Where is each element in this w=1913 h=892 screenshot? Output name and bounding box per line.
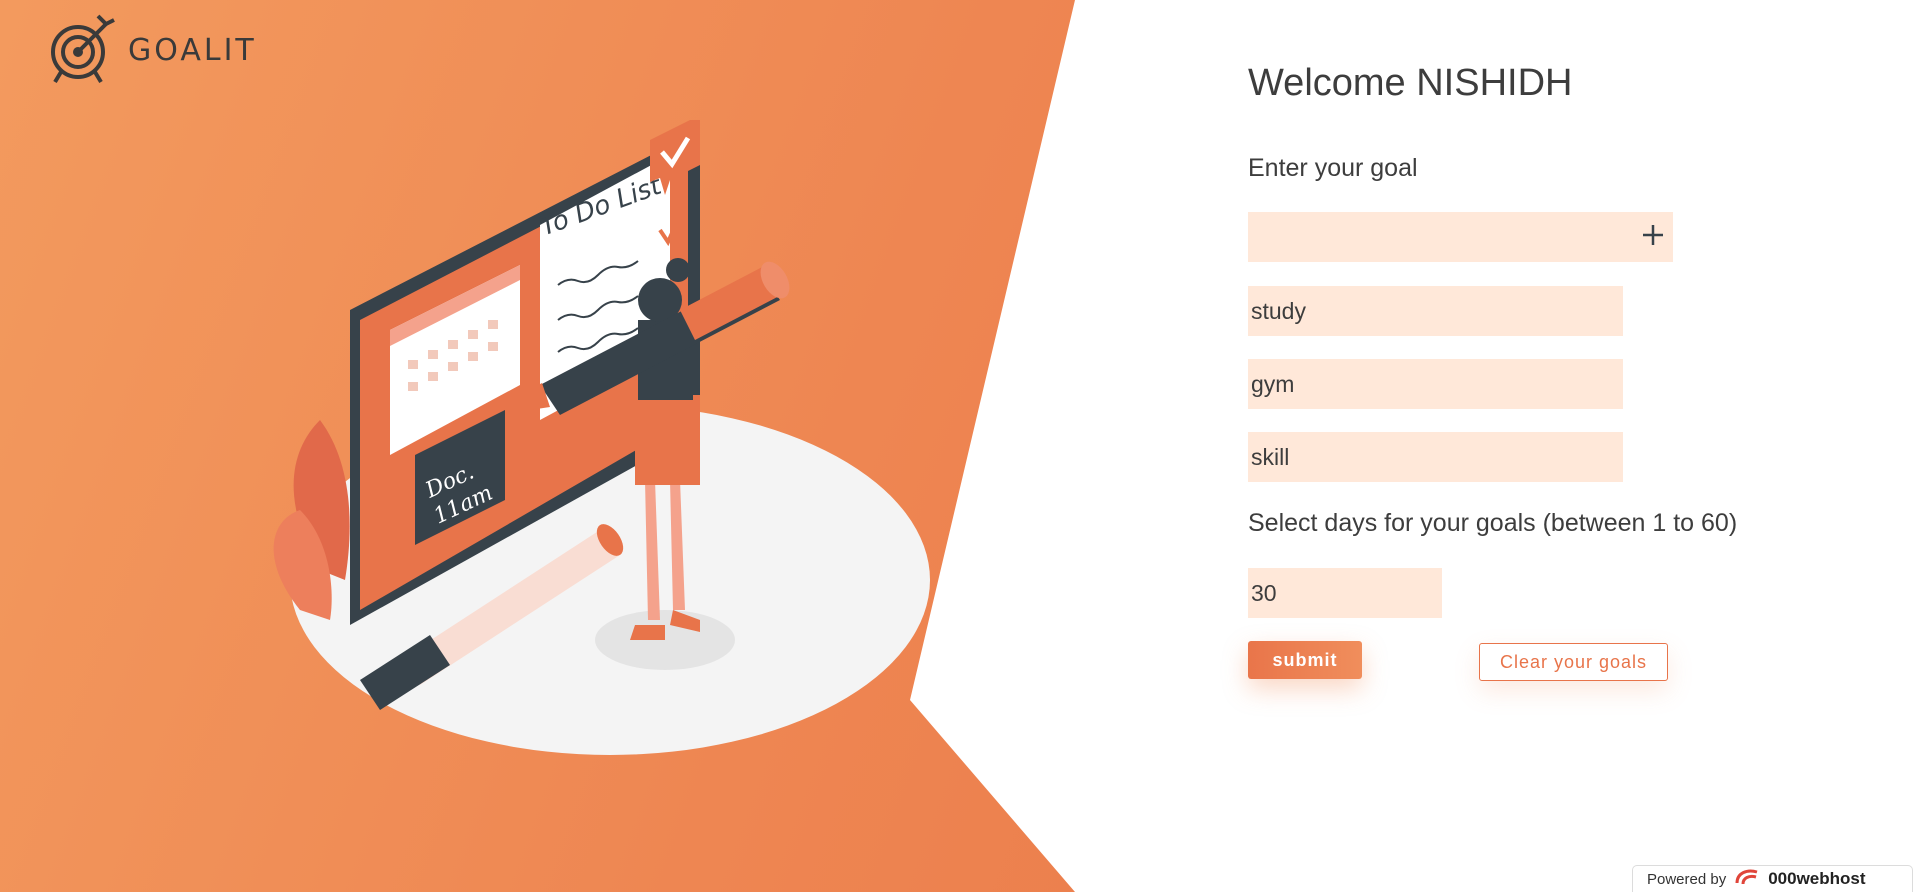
plus-icon <box>1641 223 1665 252</box>
submit-button[interactable]: submit <box>1248 641 1362 679</box>
host-name: 000webhost <box>1768 869 1866 888</box>
goal-label: Enter your goal <box>1248 154 1418 182</box>
goal-input[interactable] <box>1248 212 1673 262</box>
app-logo[interactable]: GOALIT <box>48 10 257 91</box>
welcome-heading: Welcome NISHIDH <box>1248 62 1573 104</box>
goal-item-study[interactable] <box>1248 286 1623 336</box>
powered-by-text: Powered by <box>1647 870 1727 888</box>
days-label: Select days for your goals (between 1 to… <box>1248 509 1738 537</box>
add-goal-button[interactable] <box>1633 212 1673 262</box>
app-name: GOALIT <box>128 33 257 68</box>
target-icon <box>48 10 118 91</box>
host-logo-icon <box>1734 867 1760 891</box>
todo-illustration: Doc. 11am To Do List <box>273 120 930 755</box>
days-input[interactable] <box>1248 568 1442 618</box>
clear-goals-button[interactable]: Clear your goals <box>1479 643 1668 681</box>
goal-item-skill[interactable] <box>1248 432 1623 482</box>
powered-by-badge[interactable]: Powered by 000webhost <box>1632 865 1913 892</box>
goal-item-gym[interactable] <box>1248 359 1623 409</box>
